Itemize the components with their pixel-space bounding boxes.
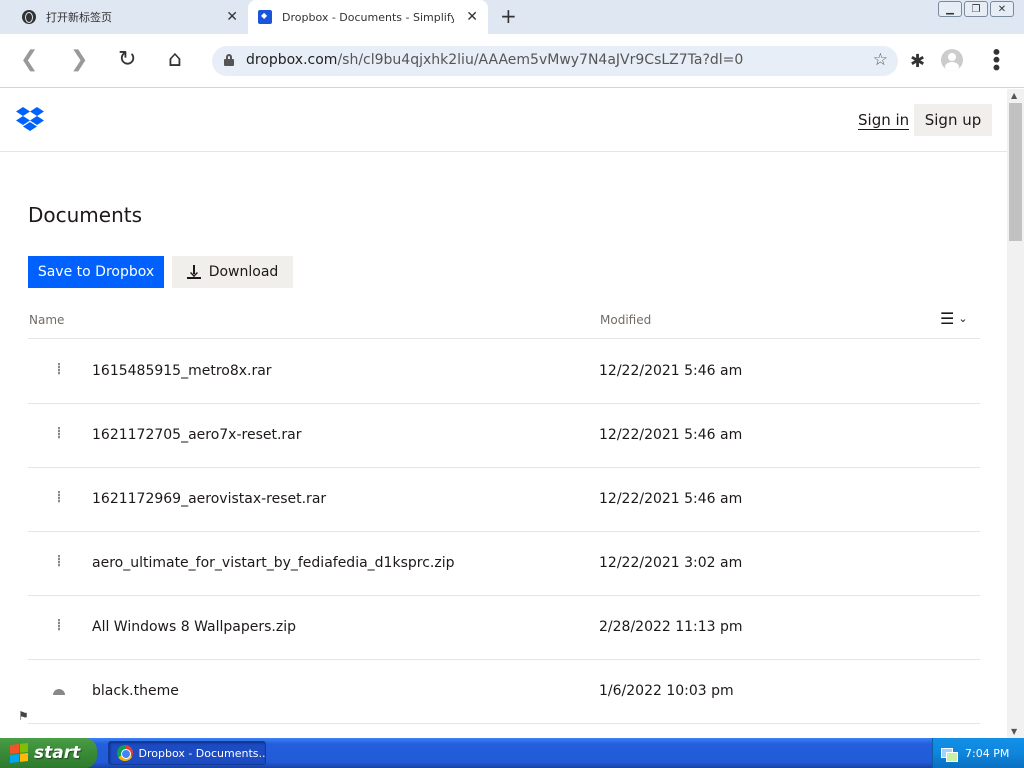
download-button[interactable]: Download <box>172 256 293 288</box>
globe-icon <box>22 10 36 24</box>
list-view-icon: ☰ <box>940 309 955 328</box>
tab-strip: 打开新标签页 ✕ Dropbox - Documents - Simplify … <box>0 0 1024 34</box>
site-header: Sign in Sign up <box>0 89 1007 152</box>
back-arrow-icon[interactable]: ❮ <box>20 48 38 72</box>
windows-logo-icon <box>10 743 28 763</box>
flag-icon[interactable]: ⚑ <box>18 709 29 723</box>
download-label: Download <box>208 264 279 280</box>
file-name[interactable]: All Windows 8 Wallpapers.zip <box>92 619 296 635</box>
zip-file-icon <box>48 424 70 448</box>
folder-title: Documents <box>28 203 143 227</box>
sign-up-button[interactable]: Sign up <box>914 104 992 136</box>
theme-file-icon <box>48 680 70 704</box>
scrollbar-thumb[interactable] <box>1009 103 1022 241</box>
windows-taskbar: start Dropbox - Documents... 7:04 PM <box>0 738 1024 768</box>
address-bar[interactable]: dropbox.com/sh/cl9bu4qjxhk2liu/AAAem5vMw… <box>212 46 898 76</box>
file-row[interactable]: aero_ultimate_for_vistart_by_fediafedia_… <box>28 532 980 596</box>
close-tab-icon[interactable]: ✕ <box>226 9 238 25</box>
file-list-header: Name Modified ☰ ⌄ <box>28 307 980 339</box>
file-modified-date: 12/22/2021 5:46 am <box>599 363 743 379</box>
file-modified-date: 1/6/2022 10:03 pm <box>599 683 734 699</box>
save-to-dropbox-button[interactable]: Save to Dropbox <box>28 256 164 288</box>
file-row[interactable]: 1615485915_metro8x.rar 12/22/2021 5:46 am <box>28 340 980 404</box>
zip-file-icon <box>48 616 70 640</box>
file-modified-date: 2/28/2022 11:13 pm <box>599 619 743 635</box>
dropbox-logo-icon[interactable] <box>16 107 44 131</box>
start-button[interactable]: start <box>0 738 97 768</box>
tab-new-tab[interactable]: 打开新标签页 ✕ <box>8 0 248 34</box>
scroll-down-arrow-icon[interactable]: ▼ <box>1011 727 1017 736</box>
tab-title: 打开新标签页 <box>46 11 112 24</box>
restore-icon[interactable]: ❐ <box>964 1 988 17</box>
column-header-modified[interactable]: Modified <box>600 313 651 327</box>
file-row[interactable]: 1621172969_aerovistax-reset.rar 12/22/202… <box>28 468 980 532</box>
file-modified-date: 12/22/2021 3:02 am <box>599 555 743 571</box>
home-icon[interactable]: ⌂ <box>168 48 182 72</box>
vertical-scrollbar[interactable]: ▲ ▼ <box>1007 89 1024 738</box>
kebab-menu-icon[interactable]: ••• <box>984 46 1008 69</box>
url-text[interactable]: dropbox.com/sh/cl9bu4qjxhk2liu/AAAem5vMw… <box>246 52 743 68</box>
file-name[interactable]: 1621172969_aerovistax-reset.rar <box>92 491 326 507</box>
tab-dropbox[interactable]: Dropbox - Documents - Simplify your ✕ <box>248 0 488 34</box>
profile-avatar-icon[interactable] <box>941 49 963 71</box>
file-row[interactable]: All Windows 8 Wallpapers.zip 2/28/2022 11… <box>28 596 980 660</box>
network-icon[interactable] <box>941 746 958 762</box>
download-icon <box>186 265 201 279</box>
url-path: /sh/cl9bu4qjxhk2liu/AAAem5vMwy7N4aJVr9Cs… <box>337 52 744 68</box>
file-modified-date: 12/22/2021 5:46 am <box>599 427 743 443</box>
file-row[interactable]: black.theme 1/6/2022 10:03 pm <box>28 660 980 724</box>
file-list: 1615485915_metro8x.rar 12/22/2021 5:46 am… <box>28 340 980 724</box>
file-name[interactable]: 1615485915_metro8x.rar <box>92 363 272 379</box>
file-name[interactable]: 1621172705_aero7x-reset.rar <box>92 427 302 443</box>
url-host: dropbox.com <box>246 52 338 68</box>
close-tab-icon[interactable]: ✕ <box>466 9 478 25</box>
close-window-icon[interactable]: ✕ <box>990 1 1014 17</box>
view-options-toggle[interactable]: ☰ ⌄ <box>940 309 968 328</box>
file-name[interactable]: aero_ultimate_for_vistart_by_fediafedia_… <box>92 555 454 571</box>
chrome-icon <box>117 745 133 761</box>
page-content: Sign in Sign up Documents Save to Dropbo… <box>0 89 1007 738</box>
browser-toolbar: ❮ ❯ ↻ ⌂ dropbox.com/sh/cl9bu4qjxhk2liu/A… <box>0 34 1024 88</box>
lock-icon[interactable] <box>224 54 234 66</box>
sign-in-link[interactable]: Sign in <box>858 111 910 130</box>
taskbar-item-label: Dropbox - Documents... <box>138 746 266 760</box>
reload-icon[interactable]: ↻ <box>118 48 136 72</box>
bookmark-star-icon[interactable]: ☆ <box>873 50 888 70</box>
dropbox-favicon-icon <box>258 10 272 24</box>
window-controls: ▁ ❐ ✕ <box>938 1 1014 17</box>
zip-file-icon <box>48 488 70 512</box>
extensions-puzzle-icon[interactable]: ✱ <box>910 51 925 72</box>
system-tray: 7:04 PM <box>932 738 1024 768</box>
zip-file-icon <box>48 360 70 384</box>
start-label: start <box>34 743 81 763</box>
zip-file-icon <box>48 552 70 576</box>
scroll-up-arrow-icon[interactable]: ▲ <box>1011 91 1017 100</box>
column-header-name[interactable]: Name <box>29 313 64 327</box>
chevron-down-icon: ⌄ <box>958 312 968 325</box>
file-name[interactable]: black.theme <box>92 683 179 699</box>
tab-title: Dropbox - Documents - Simplify your <box>282 10 454 24</box>
file-row[interactable]: 1621172705_aero7x-reset.rar 12/22/2021 5:… <box>28 404 980 468</box>
clock[interactable]: 7:04 PM <box>965 747 1009 760</box>
taskbar-item-dropbox[interactable]: Dropbox - Documents... <box>108 741 266 765</box>
new-tab-button[interactable]: + <box>500 6 517 26</box>
forward-arrow-icon[interactable]: ❯ <box>70 48 88 72</box>
minimize-icon[interactable]: ▁ <box>938 1 962 17</box>
file-modified-date: 12/22/2021 5:46 am <box>599 491 743 507</box>
